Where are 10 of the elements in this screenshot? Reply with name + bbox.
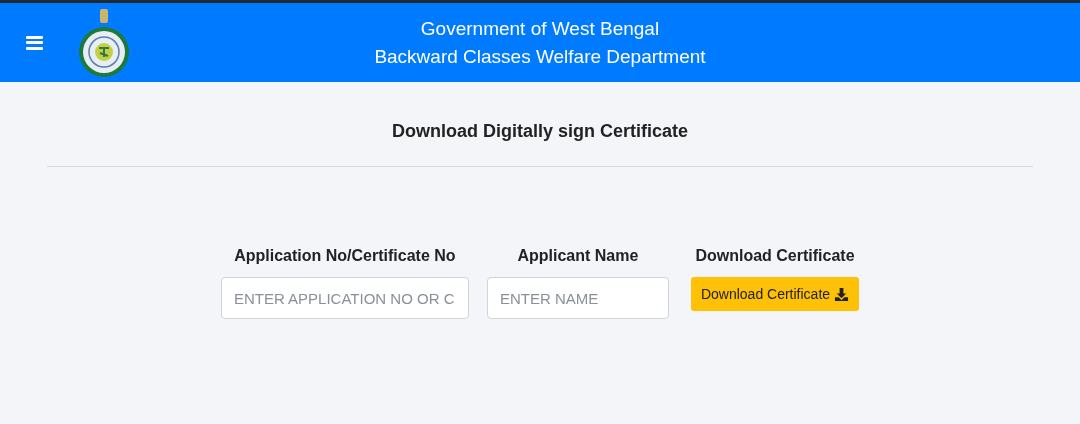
download-icon [834, 286, 850, 302]
page-heading: Download Digitally sign Certificate [390, 120, 689, 143]
menu-icon[interactable] [26, 35, 43, 50]
field-label: Application No/Certificate No [234, 246, 456, 266]
download-button[interactable]: Download Certificate [690, 277, 860, 311]
input-field[interactable]: ENTER APPLICATION NO OR C [220, 277, 469, 319]
field-label: Download Certificate [695, 246, 855, 266]
field-label: Applicant Name [517, 246, 639, 266]
header-title: Government of West Bengal Backward Classes Welfare Department [374, 16, 706, 69]
input-field[interactable]: ENTER NAME [486, 277, 669, 319]
